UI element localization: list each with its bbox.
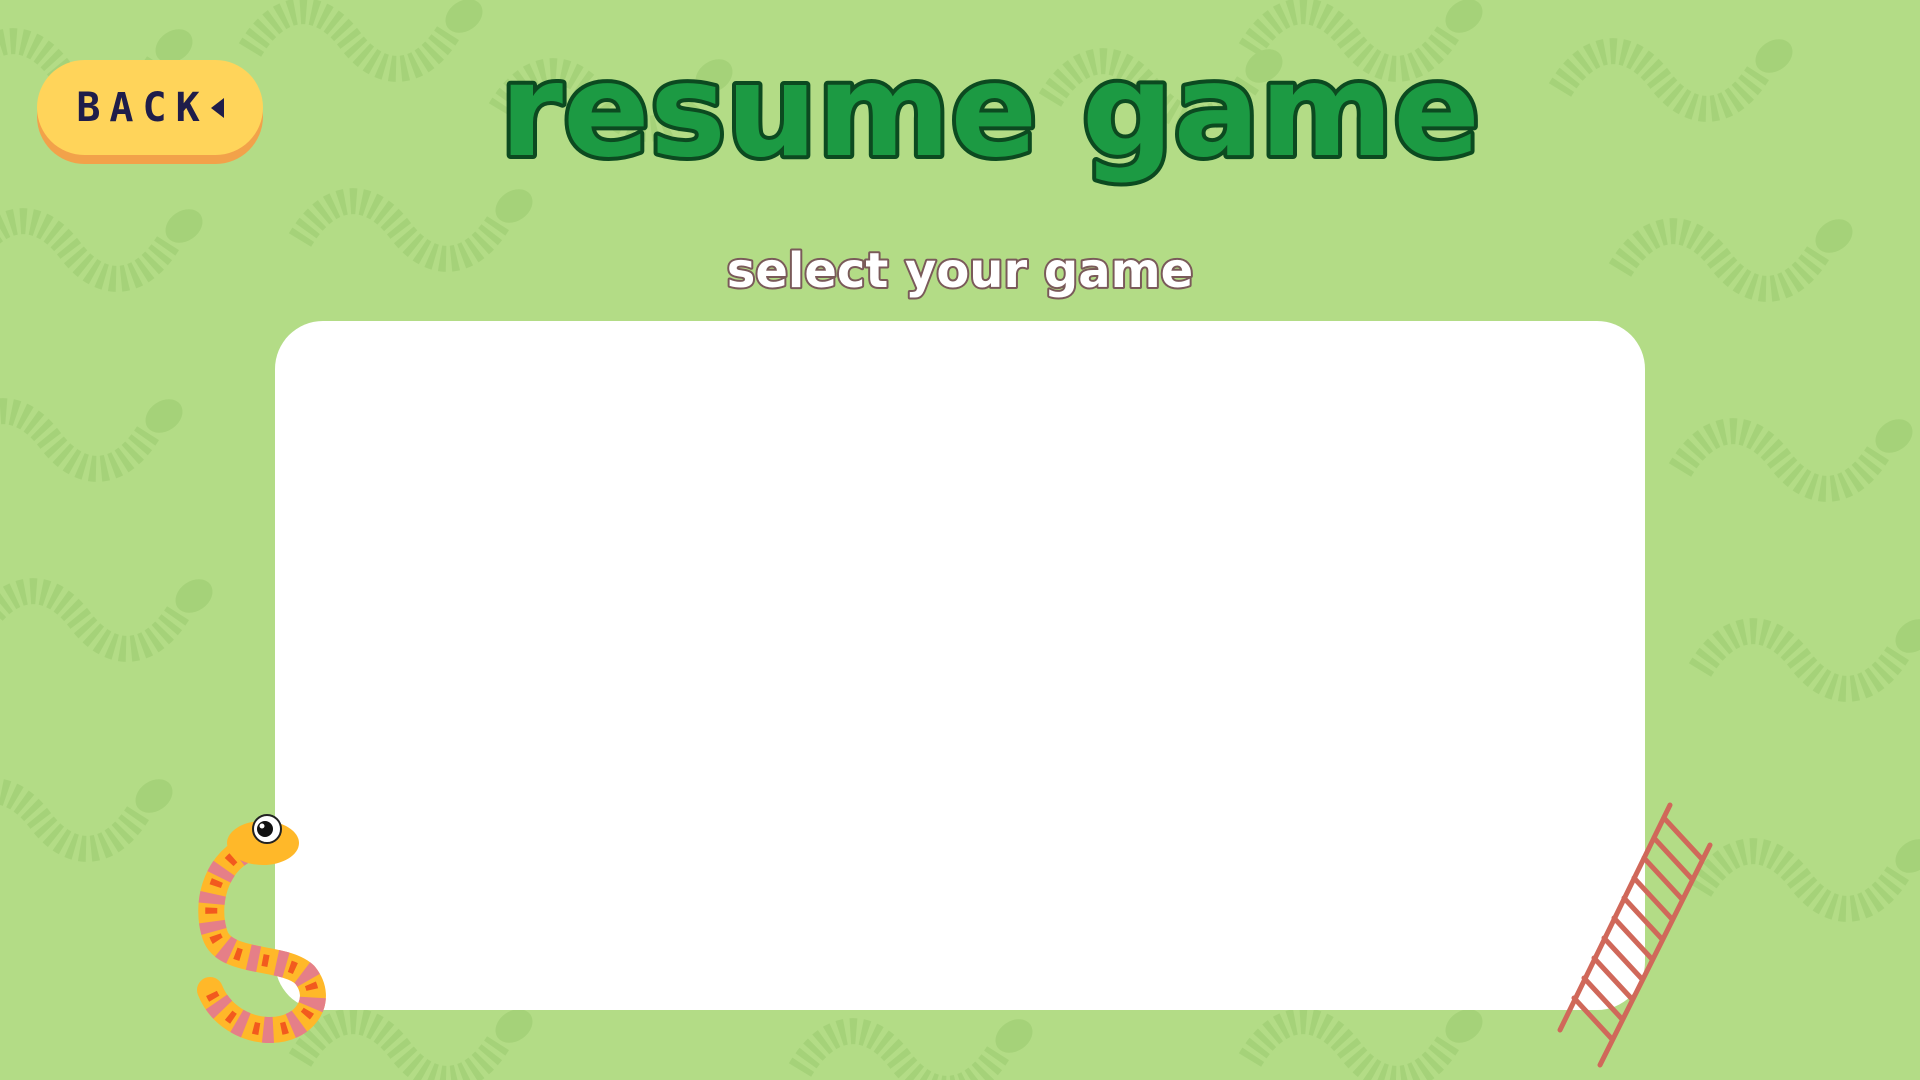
snake-icon — [197, 814, 326, 1044]
page-subtitle: select your game — [725, 241, 1195, 301]
page-subtitle-text: select your game — [727, 243, 1193, 299]
saved-games-panel — [275, 321, 1645, 1010]
back-arrow-icon — [210, 97, 224, 118]
ladder-icon — [1557, 802, 1713, 1068]
page-title: resume game — [496, 33, 1484, 190]
back-button-label: BACK — [76, 84, 209, 131]
page-title-text: resume game — [500, 37, 1480, 186]
back-button[interactable]: BACK — [37, 60, 263, 155]
